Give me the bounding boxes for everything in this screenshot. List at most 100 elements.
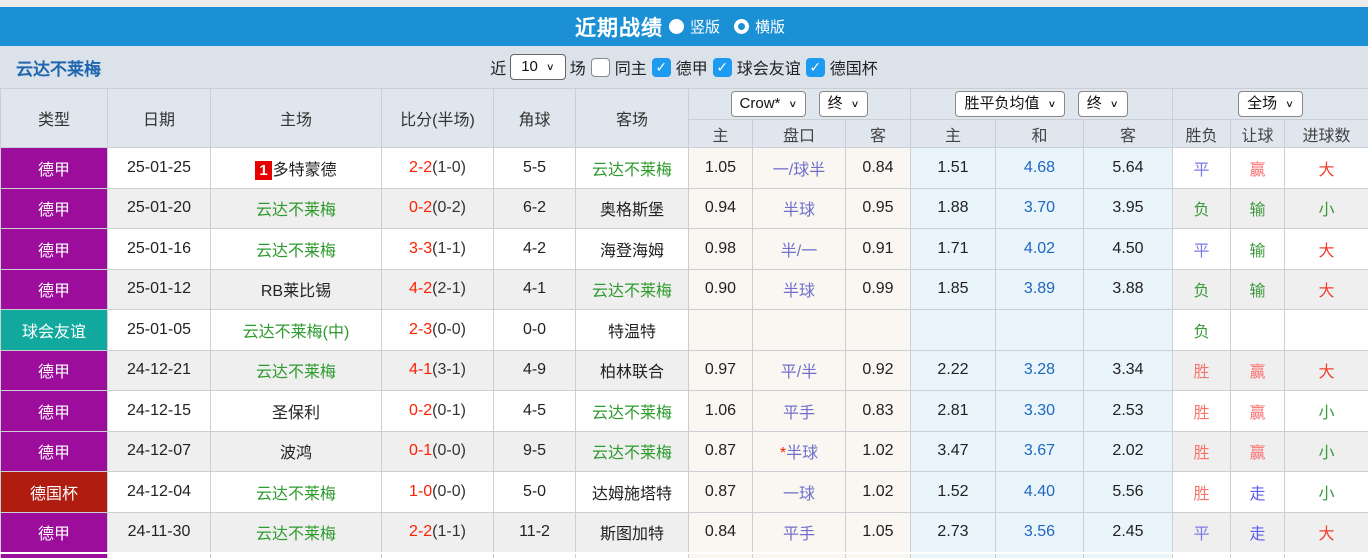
- cell-score: 4-1(3-1): [381, 349, 494, 391]
- filter-bar: 云达不莱梅 近 10 ∨ 场 同主 ✓ 德甲 ✓ 球会友谊 ✓ 德国杯: [0, 46, 1368, 88]
- chevron-down-icon: ∨: [788, 98, 798, 110]
- cell-odds-home: 0.98: [688, 228, 753, 270]
- table-row: 德甲 24-12-21 云达不莱梅 4-1(3-1) 4-9 柏林联合 0.97 平/半 0.9…: [0, 349, 1368, 391]
- cell-competition: 德甲: [0, 228, 108, 270]
- filter-checkbox-bundesliga[interactable]: ✓: [651, 57, 671, 77]
- cell-result: 平: [1172, 228, 1231, 270]
- chevron-down-icon: ∨: [1109, 98, 1119, 110]
- table-row: 德甲 24-12-07 波鸿 0-1(0-0) 9-5 云达不莱梅 0.87 *半球 1.02 3…: [0, 430, 1368, 472]
- cell-away-team: 云达不莱梅: [575, 390, 689, 432]
- cell-result: 胜: [1172, 349, 1231, 391]
- cell-away-team: 柏林联合: [575, 349, 689, 391]
- cell-avg-home: 2.22: [910, 349, 996, 391]
- cell-result: 胜: [1172, 430, 1231, 472]
- cell-avg-away: 5.64: [1083, 147, 1173, 189]
- table-row: 球会友谊 25-01-05 云达不莱梅(中) 2-3(0-0) 0-0 特温特 负: [0, 309, 1368, 351]
- cell-competition: 德甲: [0, 268, 108, 310]
- odds-time-select[interactable]: 终 ∨: [818, 91, 869, 117]
- cell-result: 负: [1172, 268, 1231, 310]
- cell-avg-home: 1.85: [910, 268, 996, 310]
- table-row: 德甲 25-01-16 云达不莱梅 3-3(1-1) 4-2 海登海姆 0.98 半/一 0.9…: [0, 228, 1368, 270]
- same-venue-label[interactable]: 同主: [615, 55, 647, 79]
- cell-handicap: [752, 309, 846, 351]
- cell-handicap-result: 走: [1230, 511, 1285, 553]
- cell-avg-draw: 4.68: [995, 147, 1084, 189]
- cell-odds-away: 1.02: [845, 471, 911, 513]
- cell-competition: 德甲: [0, 349, 108, 391]
- cell-date: 25-01-12: [107, 268, 211, 310]
- recent-label: 近: [490, 61, 507, 78]
- cell-home-team: 1 多特蒙德: [210, 147, 382, 189]
- cell-away-team: 特温特: [575, 309, 689, 351]
- cell-avg-home: 1.88: [910, 187, 996, 229]
- col-header-avg-away: 客: [1083, 119, 1173, 148]
- recent-results-panel: 近期战绩 竖版 横版 云达不莱梅 近 10 ∨ 场 同主 ✓ 德甲 ✓ 球会友谊 …: [0, 0, 1368, 558]
- cell-away-team: 奥格斯堡: [575, 187, 689, 229]
- cell-home-team: 云达不莱梅: [210, 228, 382, 270]
- scope-group-header: 全场 ∨: [1171, 88, 1368, 120]
- cell-away-team: 斯图加特: [575, 511, 689, 553]
- cell-avg-away: 3.34: [1083, 349, 1173, 391]
- cell-handicap: 平/半: [752, 349, 846, 391]
- page-title: 近期战绩: [574, 16, 663, 40]
- avg-time-select[interactable]: 终 ∨: [1077, 91, 1128, 117]
- cell-handicap-result: 赢: [1230, 390, 1285, 432]
- cell-home-team: 云达不莱梅: [210, 187, 382, 229]
- col-header-handicap: 盘口: [752, 119, 846, 148]
- cell-odds-home: 0.87: [688, 471, 753, 513]
- cell-score: 0-2(0-1): [381, 390, 494, 432]
- table-row-partial: [0, 551, 1368, 558]
- filter-checkbox-dfb-pokal[interactable]: ✓: [805, 57, 825, 77]
- cell-date: 24-12-07: [107, 430, 211, 472]
- cell-away-team: 云达不莱梅: [575, 147, 689, 189]
- layout-radio-vertical[interactable]: [668, 19, 684, 34]
- cell-goals: 大: [1283, 228, 1368, 270]
- cell-score: 2-2(1-1): [381, 511, 494, 553]
- cell-corner: 0-0: [493, 309, 576, 351]
- table-row: 德甲 24-11-30 云达不莱梅 2-2(1-1) 11-2 斯图加特 0.84 平手 1.0…: [0, 511, 1368, 553]
- odds-company-select[interactable]: Crow* ∨: [730, 91, 807, 117]
- same-venue-checkbox[interactable]: [590, 57, 610, 77]
- cell-goals: 小: [1283, 430, 1368, 472]
- cell-avg-away: [1083, 309, 1173, 351]
- cell-date: 24-12-21: [107, 349, 211, 391]
- filter-checkbox-club-friendly[interactable]: ✓: [712, 57, 732, 77]
- cell-score: 1-0(0-0): [381, 471, 494, 513]
- cell-away-team: 云达不莱梅: [575, 268, 689, 310]
- cell-home-team: 云达不莱梅: [210, 349, 382, 391]
- chevron-down-icon: ∨: [1047, 98, 1057, 110]
- table-row: 德甲 25-01-12 RB莱比锡 4-2(2-1) 4-1 云达不莱梅 0.90 半球 0.9…: [0, 268, 1368, 310]
- cell-away-team: 海登海姆: [575, 228, 689, 270]
- cell-avg-home: 2.81: [910, 390, 996, 432]
- cell-competition: 球会友谊: [0, 309, 108, 351]
- cell-date: 24-11-30: [107, 511, 211, 553]
- cell-goals: 小: [1283, 471, 1368, 513]
- cell-handicap-result: 输: [1230, 268, 1285, 310]
- cell-odds-away: [845, 309, 911, 351]
- cell-goals: 大: [1283, 349, 1368, 391]
- table-row: 德甲 25-01-20 云达不莱梅 0-2(0-2) 6-2 奥格斯堡 0.94 半球 0.95…: [0, 187, 1368, 229]
- cell-odds-away: 0.95: [845, 187, 911, 229]
- cell-competition: 德甲: [0, 511, 108, 553]
- cell-date: 24-12-04: [107, 471, 211, 513]
- cell-odds-home: 0.97: [688, 349, 753, 391]
- cell-goals: 大: [1283, 511, 1368, 553]
- filter-label-dfb-pokal[interactable]: 德国杯: [830, 55, 878, 79]
- cell-result: 负: [1172, 309, 1231, 351]
- avg-type-select[interactable]: 胜平负均值 ∨: [955, 91, 1066, 117]
- layout-radio-horizontal-label[interactable]: 横版: [755, 16, 785, 37]
- cell-corner: 6-2: [493, 187, 576, 229]
- cell-handicap-result: 走: [1230, 471, 1285, 513]
- col-header-avg-home: 主: [910, 119, 996, 148]
- cell-home-team: 云达不莱梅: [210, 511, 382, 553]
- recent-count-select[interactable]: 10 ∨: [510, 54, 566, 80]
- layout-radio-vertical-label[interactable]: 竖版: [690, 16, 720, 37]
- cell-odds-away: 1.02: [845, 430, 911, 472]
- filter-label-club-friendly[interactable]: 球会友谊: [737, 55, 801, 79]
- layout-radio-horizontal[interactable]: [734, 19, 749, 34]
- cell-odds-home: 0.90: [688, 268, 753, 310]
- filter-label-bundesliga[interactable]: 德甲: [676, 55, 708, 79]
- scope-select[interactable]: 全场 ∨: [1238, 91, 1303, 117]
- cell-handicap-result: 赢: [1230, 349, 1285, 391]
- cell-handicap-result: 赢: [1230, 147, 1285, 189]
